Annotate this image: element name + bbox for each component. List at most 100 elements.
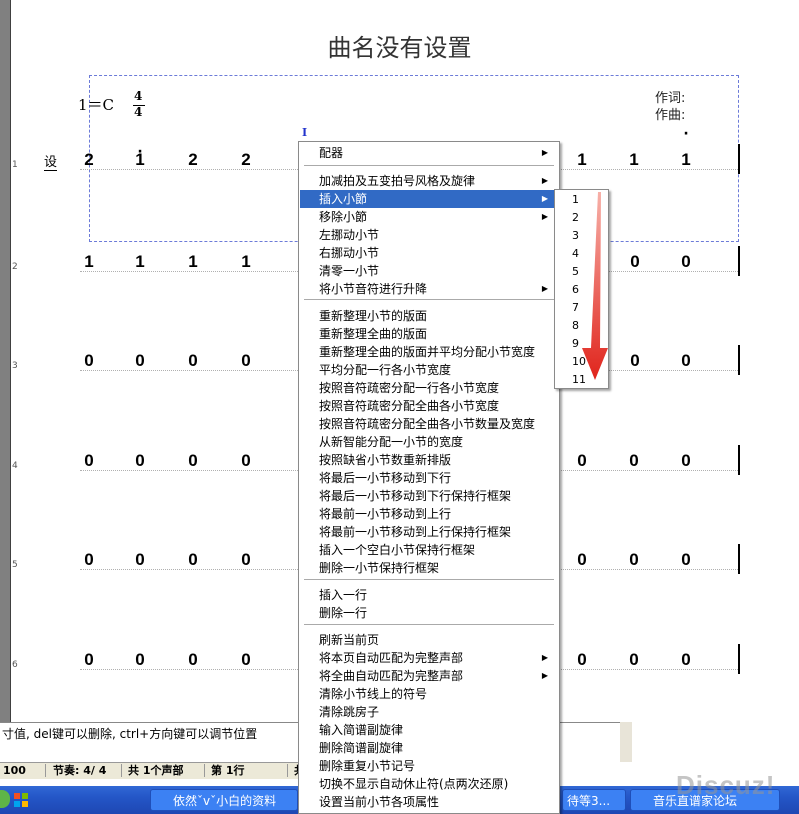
- note[interactable]: 0: [131, 351, 149, 371]
- insert-cursor-marker: I: [302, 126, 308, 139]
- note[interactable]: 1: [677, 150, 695, 170]
- note[interactable]: 0: [131, 550, 149, 570]
- menu-item-label: 删除一行: [319, 606, 368, 620]
- note[interactable]: 0: [237, 550, 255, 570]
- note[interactable]: 0: [80, 351, 98, 371]
- left-panel-edge: [0, 0, 10, 722]
- submenu-arrow-icon: ▶: [541, 194, 548, 203]
- note[interactable]: 0: [237, 650, 255, 670]
- menu-item[interactable]: 将最后一小节移动到下行保持行框架: [300, 487, 558, 505]
- note[interactable]: 1: [237, 252, 255, 272]
- note[interactable]: 1: [573, 150, 591, 170]
- note[interactable]: 2: [184, 150, 202, 170]
- row-number: 5: [12, 560, 18, 570]
- note[interactable]: 0: [625, 550, 643, 570]
- menu-item[interactable]: 输入简谱副旋律: [300, 721, 558, 739]
- note[interactable]: 0: [184, 351, 202, 371]
- bar-line: [738, 345, 740, 375]
- menu-item[interactable]: 重新整理全曲的版面: [300, 325, 558, 343]
- menu-item[interactable]: 将最后一小节移动到下行: [300, 469, 558, 487]
- note[interactable]: 0: [677, 351, 695, 371]
- menu-item[interactable]: 删除一行: [300, 604, 558, 622]
- note[interactable]: 0: [80, 550, 98, 570]
- submenu-arrow-icon: ▶: [541, 653, 548, 662]
- menu-item[interactable]: 平均分配一行各小节宽度: [300, 361, 558, 379]
- menu-item[interactable]: 按照缺省小节数重新排版: [300, 451, 558, 469]
- lyricist-label: 作词:: [655, 91, 686, 106]
- menu-item[interactable]: 左挪动小节: [300, 226, 558, 244]
- note[interactable]: 0: [237, 351, 255, 371]
- menu-item[interactable]: 将全曲自动匹配为完整声部 ▶: [300, 667, 558, 685]
- bar-line: [738, 644, 740, 674]
- menu-item[interactable]: 右挪动小节: [300, 244, 558, 262]
- menu-item[interactable]: 按照音符疏密分配全曲各小节宽度: [300, 397, 558, 415]
- windows-flag-icon[interactable]: [13, 792, 29, 808]
- menu-item[interactable]: 从新智能分配一小节的宽度: [300, 433, 558, 451]
- menu-item[interactable]: 设置当前小节各项属性: [300, 793, 558, 811]
- menu-item[interactable]: 按照音符疏密分配一行各小节宽度: [300, 379, 558, 397]
- menu-item[interactable]: 切换不显示自动休止符(点两次还原): [300, 775, 558, 793]
- note[interactable]: 0: [131, 451, 149, 471]
- note[interactable]: 0: [677, 252, 695, 272]
- note[interactable]: 0: [573, 650, 591, 670]
- menu-item[interactable]: 删除一小节保持行框架: [300, 559, 558, 577]
- menu-item-label: 按照音符疏密分配一行各小节宽度: [319, 381, 500, 395]
- note[interactable]: 0: [677, 650, 695, 670]
- note[interactable]: 0: [80, 451, 98, 471]
- menu-item-label: 重新整理全曲的版面: [319, 327, 428, 341]
- menu-item[interactable]: 将最前一小节移动到上行: [300, 505, 558, 523]
- red-down-arrow-icon: [582, 192, 608, 380]
- bar-line: [738, 246, 740, 276]
- note[interactable]: 1: [184, 252, 202, 272]
- menu-item[interactable]: 重新整理全曲的版面并平均分配小节宽度: [300, 343, 558, 361]
- credits[interactable]: 作词: 作曲:: [655, 90, 685, 124]
- menu-item[interactable]: 清零一小节: [300, 262, 558, 280]
- menu-item[interactable]: 配器 ▶: [300, 144, 558, 162]
- menu-item[interactable]: 删除简谱副旋律: [300, 739, 558, 757]
- note[interactable]: 0: [626, 252, 644, 272]
- menu-item[interactable]: 重新整理小节的版面: [300, 307, 558, 325]
- taskbar-item-waiting[interactable]: 待等3...: [562, 789, 626, 811]
- menu-item[interactable]: 将小节音符进行升降 ▶: [300, 280, 558, 298]
- note[interactable]: 1: [80, 252, 98, 272]
- menu-item-label: 配器: [319, 146, 344, 160]
- menu-item[interactable]: 加减拍及五变拍号风格及旋律 ▶: [300, 172, 558, 190]
- menu-item-label: 重新整理小节的版面: [319, 309, 428, 323]
- note[interactable]: 0: [184, 650, 202, 670]
- note[interactable]: 0: [625, 650, 643, 670]
- note[interactable]: 0: [677, 550, 695, 570]
- status-line: 第 1行: [208, 764, 288, 777]
- key-signature[interactable]: 1＝C: [78, 94, 114, 115]
- note[interactable]: 1: [131, 252, 149, 272]
- note[interactable]: 0: [131, 650, 149, 670]
- note[interactable]: 0: [677, 451, 695, 471]
- taskbar-item-profile[interactable]: 依然ˇvˇ小白的资料: [150, 789, 298, 811]
- menu-item[interactable]: 插入一行: [300, 586, 558, 604]
- menu-item[interactable]: 清除小节线上的符号: [300, 685, 558, 703]
- menu-separator: [304, 299, 554, 300]
- menu-item[interactable]: 插入一个空白小节保持行框架: [300, 541, 558, 559]
- menu-item[interactable]: 将最前一小节移动到上行保持行框架: [300, 523, 558, 541]
- note[interactable]: 0: [184, 451, 202, 471]
- note[interactable]: 0: [625, 451, 643, 471]
- note[interactable]: 1: [625, 150, 643, 170]
- note[interactable]: 2: [237, 150, 255, 170]
- note[interactable]: 2: [80, 150, 98, 170]
- menu-item[interactable]: 按照音符疏密分配全曲各小节数量及宽度: [300, 415, 558, 433]
- menu-item[interactable]: 插入小節 ▶: [300, 190, 558, 208]
- menu-item[interactable]: 删除重复小节记号: [300, 757, 558, 775]
- menu-item[interactable]: 清除跳房子: [300, 703, 558, 721]
- menu-item[interactable]: 刷新当前页: [300, 631, 558, 649]
- note[interactable]: 0: [626, 351, 644, 371]
- menu-item-label: 删除一小节保持行框架: [319, 561, 440, 575]
- note[interactable]: 0: [237, 451, 255, 471]
- menu-item[interactable]: 将本页自动匹配为完整声部 ▶: [300, 649, 558, 667]
- set-button[interactable]: 设: [44, 151, 58, 171]
- note[interactable]: 0: [573, 550, 591, 570]
- menu-item[interactable]: 移除小節 ▶: [300, 208, 558, 226]
- note[interactable]: 0: [573, 451, 591, 471]
- note[interactable]: 0: [184, 550, 202, 570]
- note[interactable]: 0: [80, 650, 98, 670]
- menu-item-label: 将本页自动匹配为完整声部: [319, 651, 464, 665]
- score-title[interactable]: 曲名没有设置: [0, 28, 799, 63]
